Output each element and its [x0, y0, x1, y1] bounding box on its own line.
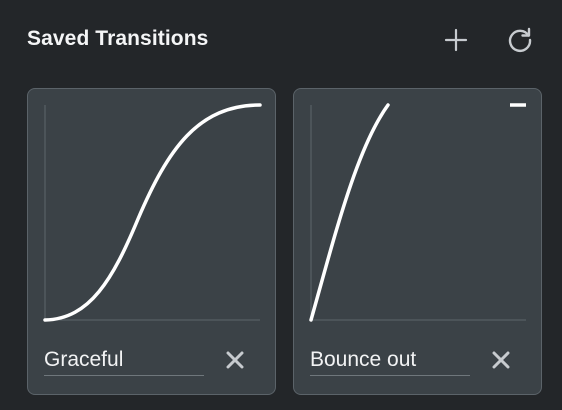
easing-curve-graph[interactable]: [28, 89, 277, 339]
transition-name-input[interactable]: [310, 345, 470, 376]
transition-card[interactable]: [27, 88, 276, 395]
panel-header: Saved Transitions: [0, 0, 562, 80]
transition-card[interactable]: [293, 88, 542, 395]
refresh-icon: [508, 27, 532, 52]
refresh-button[interactable]: [504, 24, 536, 56]
easing-curve-graph[interactable]: [294, 89, 543, 339]
panel-title: Saved Transitions: [27, 27, 209, 50]
transition-name-input[interactable]: [44, 345, 204, 376]
delete-transition-button[interactable]: [224, 349, 246, 371]
easing-curve: [43, 103, 262, 322]
saved-transitions-panel: Saved Transitions: [0, 0, 562, 410]
close-icon: [492, 351, 510, 369]
easing-curve: [309, 103, 390, 322]
close-icon: [226, 351, 244, 369]
plus-icon: [444, 28, 468, 52]
delete-transition-button[interactable]: [490, 349, 512, 371]
add-transition-button[interactable]: [440, 24, 472, 56]
